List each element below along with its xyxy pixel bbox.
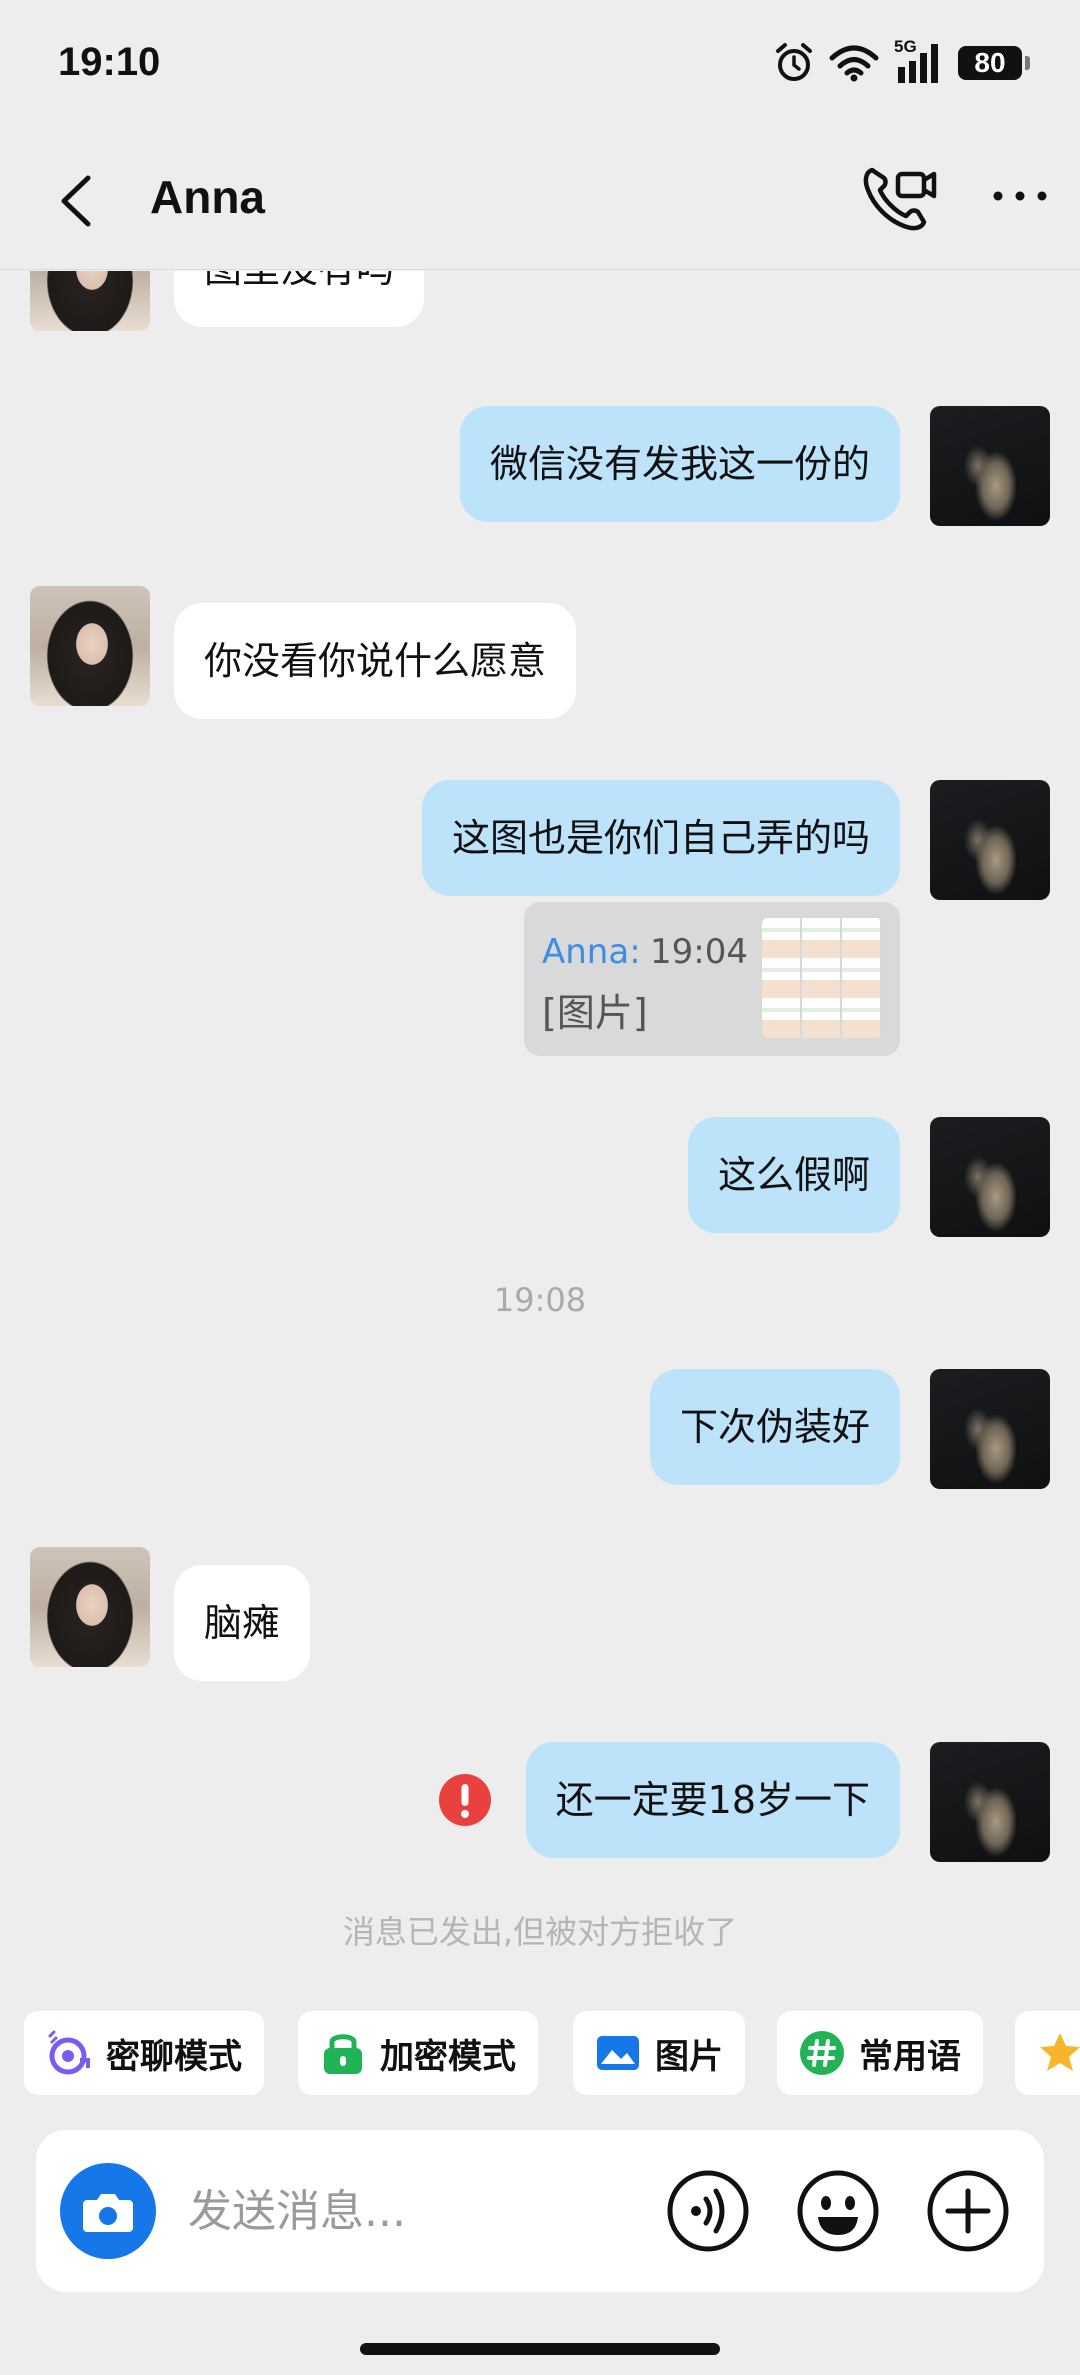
my-avatar[interactable] bbox=[930, 1742, 1050, 1862]
favorites-button[interactable] bbox=[1015, 2011, 1080, 2095]
outgoing-message-bubble[interactable]: 这么假啊 bbox=[687, 1117, 900, 1233]
star-icon bbox=[1040, 2033, 1080, 2071]
alarm-icon bbox=[776, 43, 812, 81]
image-icon bbox=[597, 2036, 639, 2070]
contact-avatar[interactable] bbox=[30, 586, 150, 706]
message-input[interactable] bbox=[188, 2176, 628, 2246]
chip-label: 常用语 bbox=[859, 2036, 961, 2077]
camera-icon bbox=[83, 2194, 133, 2232]
outgoing-message-bubble[interactable]: 还一定要18岁一下 bbox=[525, 1742, 900, 1858]
camera-button[interactable] bbox=[60, 2163, 156, 2259]
quote-time: 19:04 bbox=[650, 932, 748, 972]
my-avatar[interactable] bbox=[930, 780, 1050, 900]
quote-text: [图片] bbox=[542, 991, 648, 1035]
contact-name: Anna bbox=[150, 171, 265, 223]
wifi-icon bbox=[829, 45, 879, 82]
my-avatar[interactable] bbox=[930, 1369, 1050, 1489]
send-failed-icon[interactable] bbox=[438, 1773, 492, 1827]
message-list[interactable]: 图里没有吗 微信没有发我这一份的 你没看你说什么愿意 这图也是你们自己弄的吗 A… bbox=[0, 271, 1080, 1976]
outgoing-message-bubble[interactable]: 微信没有发我这一份的 bbox=[459, 406, 900, 522]
hashtag-icon bbox=[800, 2031, 844, 2075]
contact-avatar[interactable] bbox=[30, 1547, 150, 1667]
home-indicator[interactable] bbox=[360, 2343, 720, 2355]
outgoing-message-bubble[interactable]: 下次伪装好 bbox=[649, 1369, 900, 1485]
quick-action-bar[interactable]: 密聊模式 加密模式 图片 常用语 bbox=[0, 1976, 1080, 2110]
incoming-message-bubble[interactable]: 你没看你说什么愿意 bbox=[174, 603, 577, 719]
battery-indicator: 80 bbox=[958, 46, 1030, 80]
chip-label: 加密模式 bbox=[380, 2036, 516, 2077]
video-call-icon[interactable] bbox=[858, 158, 938, 238]
lock-icon bbox=[324, 2034, 362, 2074]
encrypt-mode-button[interactable]: 加密模式 bbox=[298, 2011, 538, 2095]
chip-label: 密聊模式 bbox=[106, 2036, 242, 2077]
status-icons: 5G 80 bbox=[774, 37, 1030, 86]
common-phrases-button[interactable]: 常用语 bbox=[777, 2011, 983, 2095]
incoming-message-bubble[interactable]: 图里没有吗 bbox=[174, 271, 425, 327]
voice-message-icon[interactable] bbox=[664, 2167, 752, 2255]
chat-header: Anna bbox=[0, 130, 1080, 270]
quote-image-thumbnail[interactable] bbox=[762, 918, 882, 1038]
quoted-message[interactable]: Anna: 19:04 [图片] bbox=[524, 902, 900, 1056]
more-icon[interactable] bbox=[990, 176, 1050, 216]
my-avatar[interactable] bbox=[930, 406, 1050, 526]
emoji-icon[interactable] bbox=[794, 2167, 882, 2255]
message-input-bar bbox=[36, 2130, 1044, 2292]
my-avatar[interactable] bbox=[930, 1117, 1050, 1237]
rejected-notice: 消息已发出,但被对方拒收了 bbox=[342, 1913, 738, 1951]
time-divider: 19:08 bbox=[493, 1281, 587, 1319]
contact-avatar[interactable] bbox=[30, 271, 150, 331]
chip-label: 图片 bbox=[655, 2036, 723, 2077]
quote-sender: Anna: bbox=[542, 932, 641, 972]
cellular-signal-icon: 5G bbox=[894, 37, 944, 85]
private-chat-mode-button[interactable]: 密聊模式 bbox=[24, 2011, 264, 2095]
status-time: 19:10 bbox=[58, 40, 161, 84]
status-bar: 19:10 5G 80 bbox=[0, 0, 1080, 130]
incoming-message-bubble[interactable]: 脑瘫 bbox=[174, 1565, 311, 1681]
private-chat-icon bbox=[48, 2030, 90, 2075]
back-arrow-icon[interactable] bbox=[50, 166, 110, 236]
outgoing-message-bubble[interactable]: 这图也是你们自己弄的吗 bbox=[421, 780, 900, 896]
image-button[interactable]: 图片 bbox=[573, 2011, 745, 2095]
add-more-icon[interactable] bbox=[924, 2167, 1012, 2255]
